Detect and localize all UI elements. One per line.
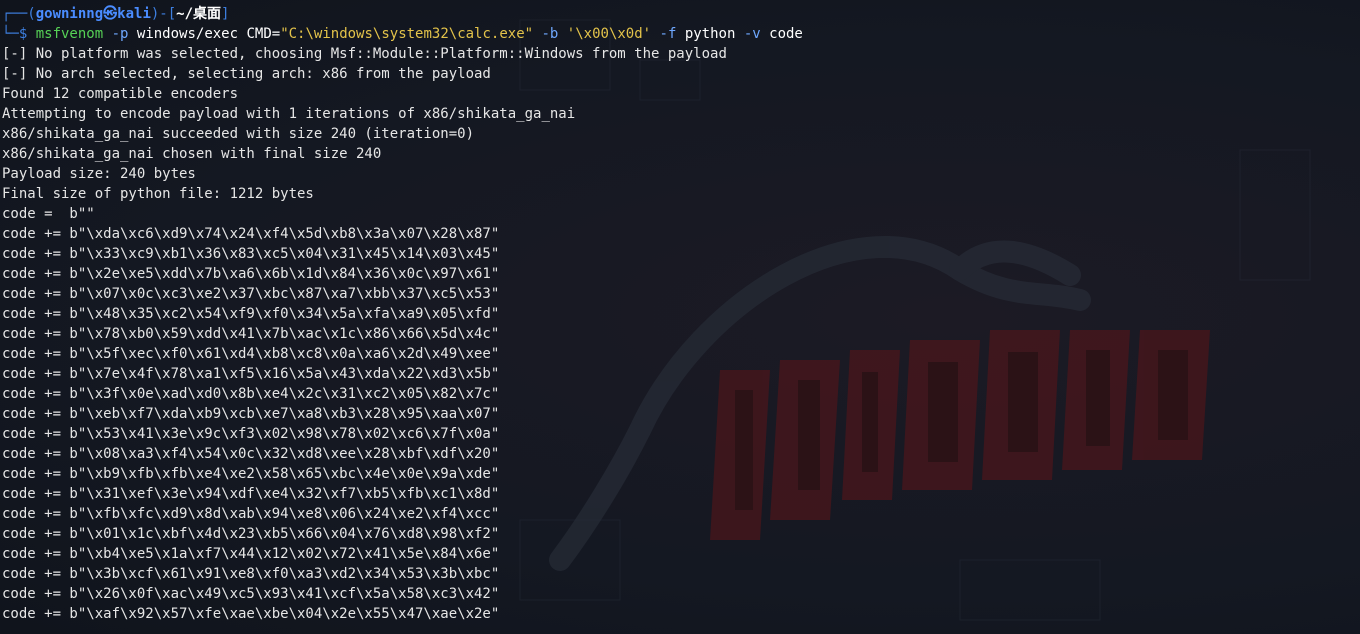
format-arg: python: [684, 26, 736, 42]
output-line: code += b"\x01\x1c\xbf\x4d\x23\xb5\x66\x…: [2, 526, 500, 542]
terminal-window[interactable]: ┌──(gowninng㉿kali)-[~/桌面] └─$ msfvenom -…: [0, 0, 1360, 634]
output-line: code += b"\xfb\xfc\xd9\x8d\xab\x94\xe8\x…: [2, 506, 500, 522]
command-line[interactable]: └─$ msfvenom -p windows/exec CMD="C:\win…: [2, 24, 1360, 44]
output-line: Found 12 compatible encoders: [2, 86, 239, 102]
terminal-output: ┌──(gowninng㉿kali)-[~/桌面] └─$ msfvenom -…: [2, 4, 1360, 624]
prompt-user: gowninng: [35, 6, 104, 22]
output-line: code += b"\x48\x35\xc2\x54\xf9\xf0\x34\x…: [2, 306, 500, 322]
output-line: code += b"\x53\x41\x3e\x9c\xf3\x02\x98\x…: [2, 426, 500, 442]
payload-arg: windows/exec CMD=: [136, 26, 281, 42]
flag-p: -p: [111, 26, 129, 42]
prompt-dollar: └─$: [2, 26, 36, 42]
prompt-header: ┌──(gowninng㉿kali)-[~/桌面]: [2, 4, 1360, 24]
output-line: code += b"\x33\xc9\xb1\x36\x83\xc5\x04\x…: [2, 246, 500, 262]
output-line: Payload size: 240 bytes: [2, 166, 196, 182]
output-line: code += b"\x78\xb0\x59\xdd\x41\x7b\xac\x…: [2, 326, 500, 342]
var-arg: code: [769, 26, 803, 42]
output-line: code += b"\xda\xc6\xd9\x74\x24\xf4\x5d\x…: [2, 226, 500, 242]
output-line: code += b"\xaf\x92\x57\xfe\xae\xbe\x04\x…: [2, 606, 500, 622]
output-line: Final size of python file: 1212 bytes: [2, 186, 314, 202]
prompt-host: kali: [117, 6, 151, 22]
command-program: msfvenom: [35, 26, 104, 42]
output-line: code += b"\x7e\x4f\x78\xa1\xf5\x16\x5a\x…: [2, 366, 500, 382]
output-line: code += b"\x3b\xcf\x61\x91\xe8\xf0\xa3\x…: [2, 566, 500, 582]
flag-f: -f: [659, 26, 677, 42]
output-line: [-] No arch selected, selecting arch: x8…: [2, 66, 491, 82]
output-line: code += b"\x31\xef\x3e\x94\xdf\xe4\x32\x…: [2, 486, 500, 502]
output-line: code += b"\xb9\xfb\xfb\xe4\xe2\x58\x65\x…: [2, 466, 500, 482]
output-line: x86/shikata_ga_nai chosen with final siz…: [2, 146, 382, 162]
flag-v: -v: [743, 26, 761, 42]
bad-chars: '\x00\x0d': [566, 26, 652, 42]
output-line: code += b"\x3f\x0e\xad\xd0\x8b\xe4\x2c\x…: [2, 386, 500, 402]
output-line: code += b"\x2e\xe5\xdd\x7b\xa6\x6b\x1d\x…: [2, 266, 500, 282]
output-line: code = b"": [2, 206, 95, 222]
prompt-frame-close: ]: [221, 6, 230, 22]
output-line: [-] No platform was selected, choosing M…: [2, 46, 727, 62]
flag-b: -b: [541, 26, 559, 42]
prompt-frame-mid: )-[: [150, 6, 177, 22]
output-line: code += b"\xb4\xe5\x1a\xf7\x44\x12\x02\x…: [2, 546, 500, 562]
prompt-cwd: ~/桌面: [176, 6, 222, 22]
output-line: x86/shikata_ga_nai succeeded with size 2…: [2, 126, 475, 142]
prompt-symbol: ㉿: [103, 6, 118, 22]
output-line: Attempting to encode payload with 1 iter…: [2, 106, 576, 122]
output-line: code += b"\x26\x0f\xac\x49\xc5\x93\x41\x…: [2, 586, 500, 602]
output-line: code += b"\x07\x0c\xc3\xe2\x37\xbc\x87\x…: [2, 286, 500, 302]
output-line: code += b"\x5f\xec\xf0\x61\xd4\xb8\xc8\x…: [2, 346, 500, 362]
output-line: code += b"\x08\xa3\xf4\x54\x0c\x32\xd8\x…: [2, 446, 500, 462]
cmd-value: "C:\windows\system32\calc.exe": [280, 26, 534, 42]
output-line: code += b"\xeb\xf7\xda\xb9\xcb\xe7\xa8\x…: [2, 406, 500, 422]
prompt-frame: ┌──(: [2, 6, 36, 22]
